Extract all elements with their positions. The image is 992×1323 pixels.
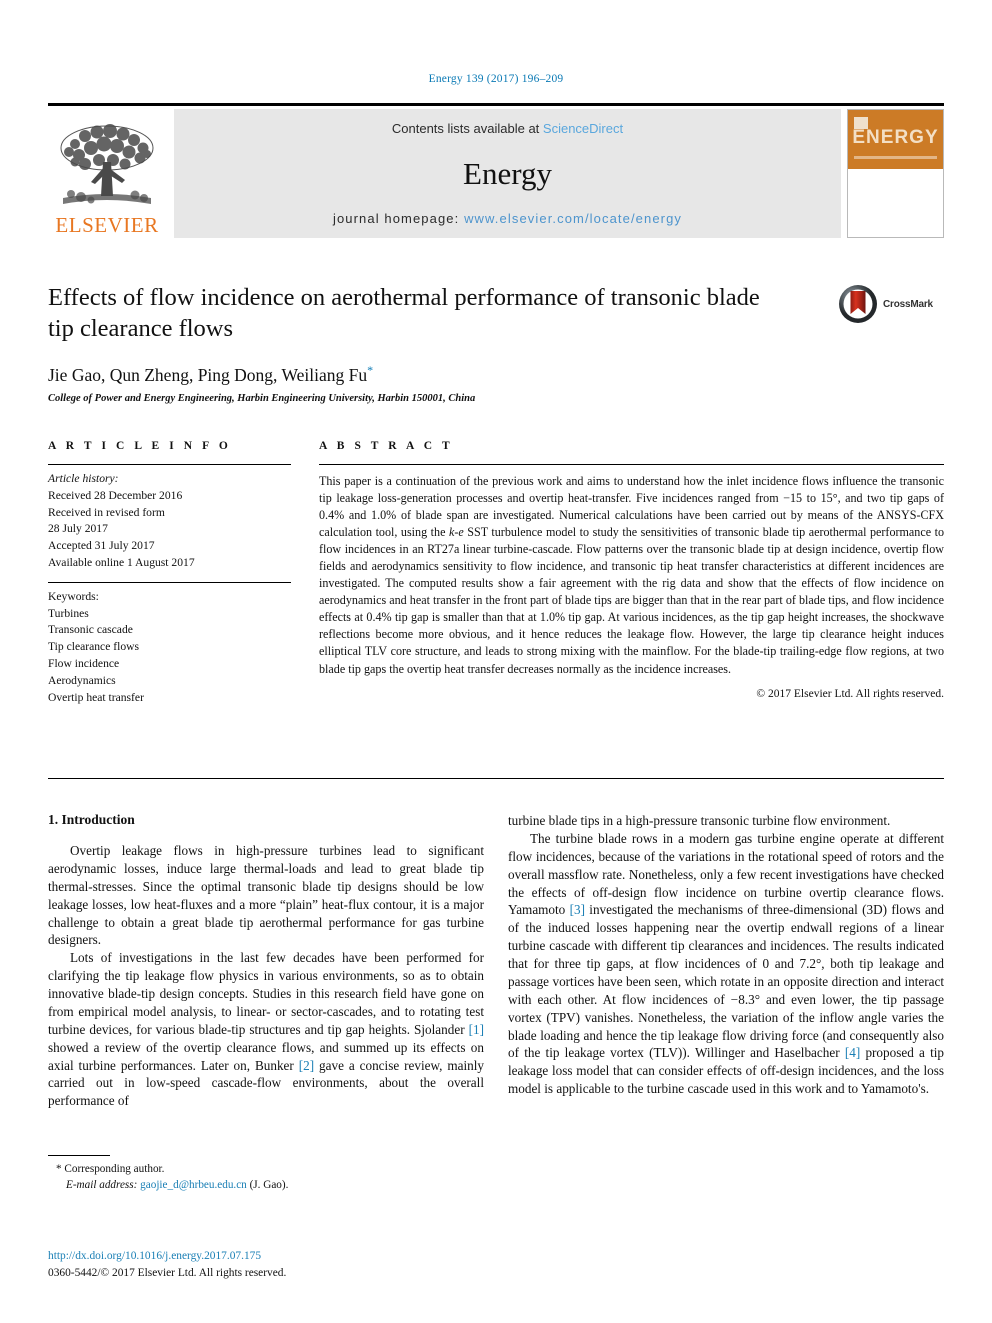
footnote-block: * Corresponding author. E-mail address: … xyxy=(48,1155,484,1193)
doi-link[interactable]: http://dx.doi.org/10.1016/j.energy.2017.… xyxy=(48,1248,484,1265)
email-suffix: (J. Gao). xyxy=(249,1179,289,1192)
elsevier-tree-icon xyxy=(60,124,154,204)
crossmark-icon xyxy=(839,285,877,323)
homepage-prefix: journal homepage: xyxy=(332,211,465,226)
email-label: E-mail address: xyxy=(66,1179,138,1192)
section-title-introduction: 1. Introduction xyxy=(48,812,135,827)
cover-body: Available online at ScienceDirect www.sc… xyxy=(848,169,943,237)
citation-ref-1[interactable]: [1] xyxy=(469,1022,484,1037)
elsevier-wordmark: ELSEVIER xyxy=(55,213,159,237)
footnote-marker: * xyxy=(56,1163,62,1175)
footnote-rule xyxy=(48,1155,110,1156)
article-history-block: Article history: Received 28 December 20… xyxy=(48,465,291,582)
journal-cover-thumbnail: ENERGY Available online at ScienceDirect… xyxy=(847,109,944,238)
crossmark-label: CrossMark xyxy=(883,298,933,310)
abstract-copyright: © 2017 Elsevier Ltd. All rights reserved… xyxy=(756,687,944,700)
body-columns: 1. Introduction Overtip leakage flows in… xyxy=(48,812,944,1110)
abstract-heading: A B S T R A C T xyxy=(319,440,454,452)
citation-ref-3[interactable]: [3] xyxy=(570,902,585,917)
running-head: Energy 139 (2017) 196–209 xyxy=(428,73,564,85)
keywords-label: Keywords: xyxy=(48,589,99,603)
corresponding-author-marker: * xyxy=(367,363,374,378)
journal-band: Contents lists available at ScienceDirec… xyxy=(174,109,841,238)
citation-ref-2[interactable]: [2] xyxy=(299,1058,314,1073)
abstract-part-2: SST turbulence model to study the sensit… xyxy=(319,525,944,676)
article-history-label: Article history: xyxy=(48,472,119,485)
paragraph: Overtip leakage flows in high-pressure t… xyxy=(48,843,484,948)
keyword-item: Turbines xyxy=(48,606,89,620)
journal-masthead: ELSEVIER Contents lists available at Sci… xyxy=(48,103,944,238)
journal-homepage-line: journal homepage: www.elsevier.com/locat… xyxy=(333,211,682,226)
history-item: Received in revised form xyxy=(48,505,165,519)
paragraph: turbine blade tips in a high-pressure tr… xyxy=(508,813,891,828)
citation-ref-4[interactable]: [4] xyxy=(845,1045,860,1060)
history-item: Accepted 31 July 2017 xyxy=(48,539,155,553)
crossmark-badge[interactable]: CrossMark xyxy=(838,283,944,325)
article-info-heading: A R T I C L E I N F O xyxy=(48,440,232,452)
keyword-item: Tip clearance flows xyxy=(48,640,140,654)
title-block: Effects of flow incidence on aerothermal… xyxy=(48,282,944,404)
author-list: Jie Gao, Qun Zheng, Ping Dong, Weiliang … xyxy=(48,363,944,386)
email-note: E-mail address: gaojie_d@hrbeu.edu.cn (J… xyxy=(56,1177,484,1193)
history-item: Received 28 December 2016 xyxy=(48,488,183,502)
journal-title: Energy xyxy=(463,156,552,191)
cover-header: ENERGY xyxy=(848,110,943,169)
affiliation: College of Power and Energy Engineering,… xyxy=(48,393,476,405)
journal-homepage-link[interactable]: www.elsevier.com/locate/energy xyxy=(464,211,682,226)
keyword-item: Flow incidence xyxy=(48,656,120,670)
contents-available-line: Contents lists available at ScienceDirec… xyxy=(392,121,623,136)
footnote-text: * Corresponding author. E-mail address: … xyxy=(48,1161,484,1193)
abstract-italic-term: k-e xyxy=(448,525,464,540)
body-separator-rule xyxy=(48,778,944,779)
corresponding-author-text: Corresponding author. xyxy=(64,1163,165,1175)
abstract-text: This paper is a continuation of the prev… xyxy=(319,465,944,678)
paragraph: The turbine blade rows in a modern gas t… xyxy=(508,830,944,1098)
email-link[interactable]: gaojie_d@hrbeu.edu.cn xyxy=(140,1179,247,1191)
abstract-column: A B S T R A C T This paper is a continua… xyxy=(319,440,944,706)
article-info-column: A R T I C L E I N F O Article history: R… xyxy=(48,440,291,706)
paragraph-fragment: investigated the mechanisms of three-dim… xyxy=(508,902,944,1061)
article-title: Effects of flow incidence on aerothermal… xyxy=(48,284,760,343)
cover-wordmark: ENERGY xyxy=(852,127,939,148)
paragraph-fragment: Lots of investigations in the last few d… xyxy=(48,950,484,1037)
keyword-item: Overtip heat transfer xyxy=(48,690,144,704)
left-column: 1. Introduction Overtip leakage flows in… xyxy=(48,812,484,1110)
keywords-block: Keywords: Turbines Transonic cascade Tip… xyxy=(48,583,291,707)
sciencedirect-link[interactable]: ScienceDirect xyxy=(543,121,623,136)
authors-names: Jie Gao, Qun Zheng, Ping Dong, Weiliang … xyxy=(48,365,368,386)
doi-footer: http://dx.doi.org/10.1016/j.energy.2017.… xyxy=(48,1248,484,1282)
info-abstract-section: A R T I C L E I N F O Article history: R… xyxy=(48,440,944,706)
corresponding-author-note: * Corresponding author. xyxy=(56,1161,484,1177)
article-page: Energy 139 (2017) 196–209 ELSEVIER Conte… xyxy=(0,0,992,1323)
contents-prefix: Contents lists available at xyxy=(391,121,543,136)
issn-copyright: 0360-5442/© 2017 Elsevier Ltd. All right… xyxy=(48,1267,287,1280)
keyword-item: Aerodynamics xyxy=(48,673,116,687)
keyword-item: Transonic cascade xyxy=(48,623,133,637)
history-item: 28 July 2017 xyxy=(48,522,108,536)
elsevier-logo: ELSEVIER xyxy=(48,109,166,238)
history-item: Available online 1 August 2017 xyxy=(48,555,195,569)
paragraph: Lots of investigations in the last few d… xyxy=(48,949,484,1110)
right-column: turbine blade tips in a high-pressure tr… xyxy=(508,812,944,1110)
